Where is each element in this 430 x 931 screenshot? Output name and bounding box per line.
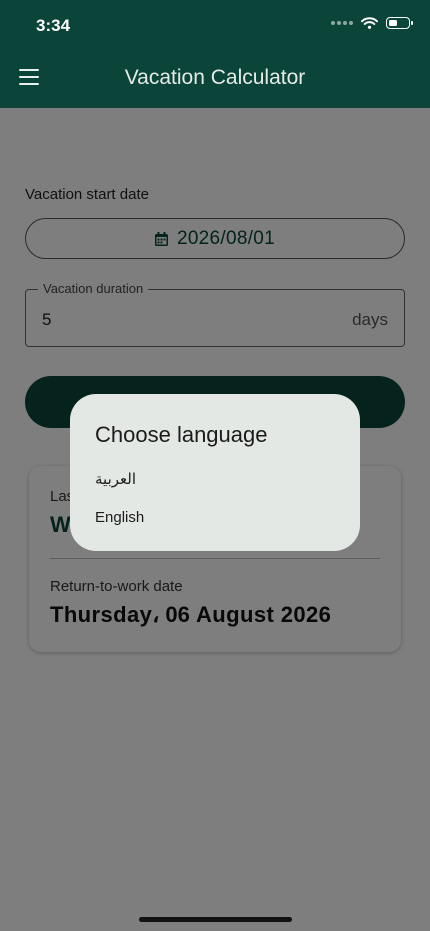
dialog-title: Choose language	[95, 422, 268, 447]
status-bar: 3:34	[0, 0, 430, 50]
language-dialog: Choose language العربية English	[70, 394, 360, 551]
language-option-arabic[interactable]: العربية	[95, 470, 136, 488]
language-option-english[interactable]: English	[95, 509, 144, 526]
app-bar: Vacation Calculator	[0, 50, 430, 108]
app-title: Vacation Calculator	[124, 66, 306, 89]
home-indicator[interactable]	[139, 917, 292, 922]
signal-icon	[331, 21, 353, 25]
status-time: 3:34	[36, 16, 71, 35]
wifi-icon	[361, 17, 378, 29]
battery-icon	[386, 17, 413, 29]
status-icons	[331, 17, 413, 29]
